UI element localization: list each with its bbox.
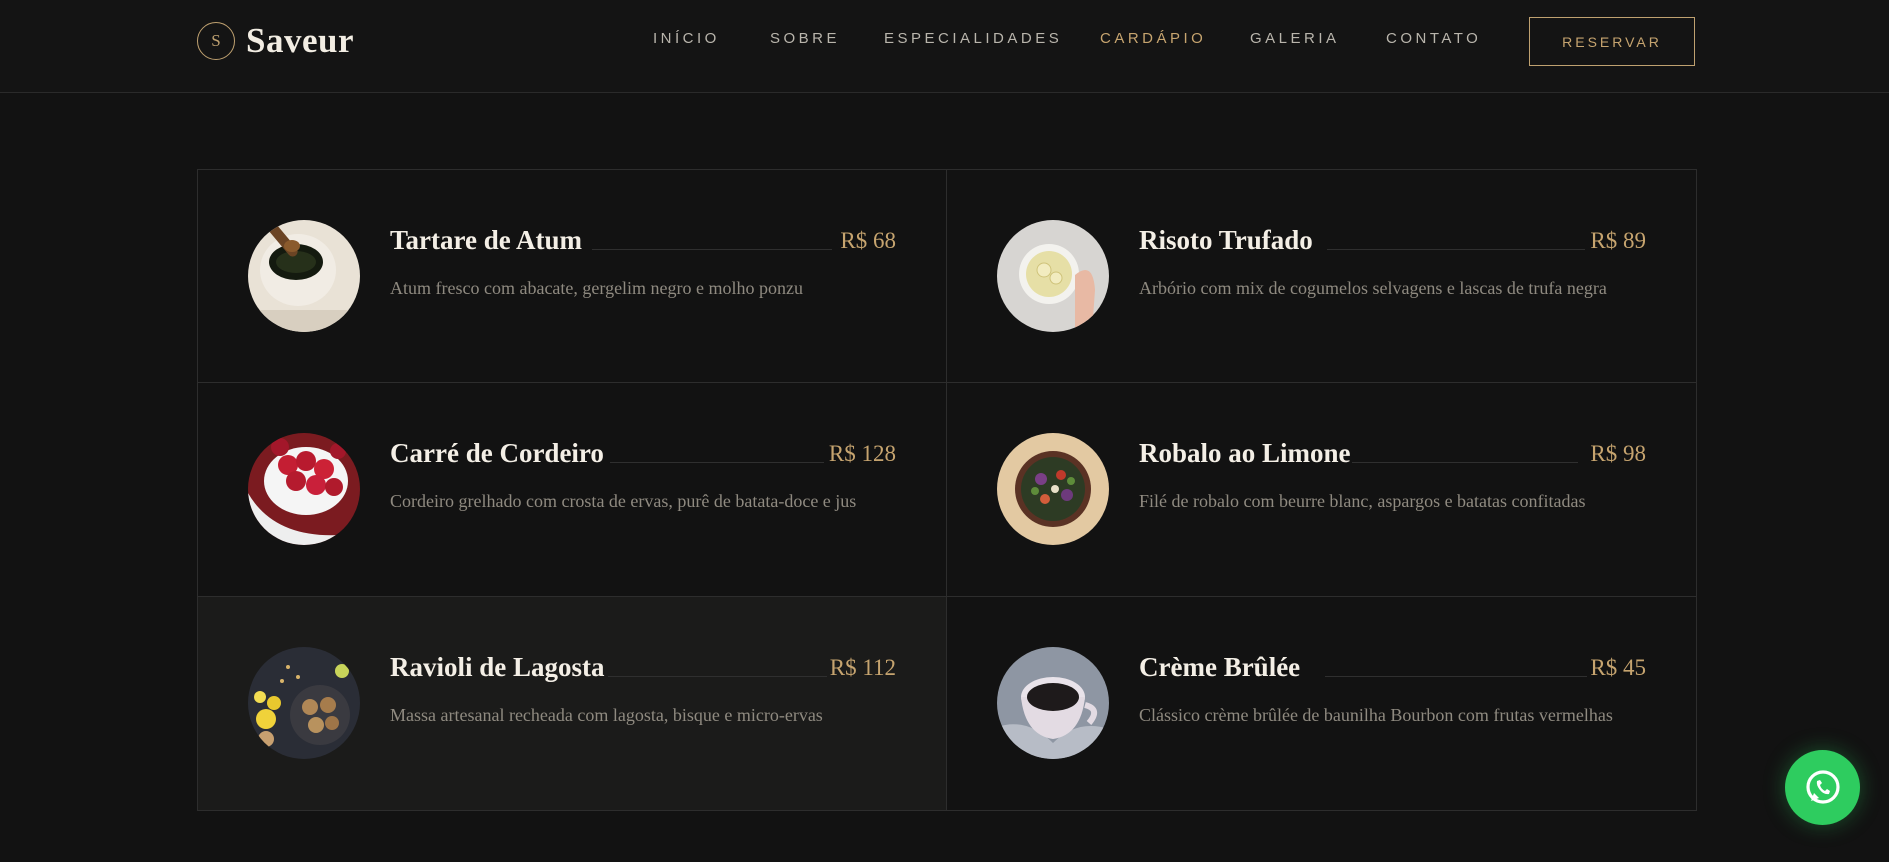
- menu-item[interactable]: Carré de Cordeiro R$ 128 Cordeiro grelha…: [198, 383, 947, 597]
- raspberries-bowl-photo: [248, 433, 360, 546]
- dotted-divider: [1325, 675, 1587, 677]
- dotted-divider: [592, 249, 832, 250]
- dish-name: Risoto Trufado: [1139, 225, 1313, 255]
- dish-price: R$ 45: [1590, 654, 1646, 680]
- menu-item[interactable]: Tartare de Atum R$ 68 Atum fresco com ab…: [198, 170, 947, 384]
- dotted-divider: [1327, 249, 1585, 250]
- dish-price: R$ 89: [1590, 228, 1646, 253]
- menu-grid: Tartare de Atum R$ 68 Atum fresco com ab…: [197, 169, 1697, 811]
- site-header: S Saveur INÍCIO SOBRE ESPECIALIDADES CAR…: [0, 0, 1889, 93]
- dish-name: Ravioli de Lagosta: [390, 651, 605, 682]
- dotted-divider: [610, 462, 824, 464]
- salad-bowl-photo: [997, 433, 1109, 546]
- menu-item[interactable]: Ravioli de Lagosta R$ 112 Massa artesana…: [198, 596, 947, 810]
- dish-description: Cordeiro grelhado com crosta de ervas, p…: [390, 491, 857, 512]
- dish-name: Carré de Cordeiro: [390, 438, 604, 469]
- whatsapp-button[interactable]: [1785, 750, 1860, 825]
- menu-item[interactable]: Risoto Trufado R$ 89 Arbório com mix de …: [947, 170, 1696, 384]
- reserve-button[interactable]: RESERVAR: [1529, 17, 1695, 66]
- dish-name: Crème Brûlée: [1139, 651, 1301, 682]
- coffee-mug-photo: [997, 646, 1109, 759]
- dish-description: Filé de robalo com beurre blanc, aspargo…: [1139, 491, 1586, 512]
- cookies-plate-photo: [248, 646, 360, 759]
- dish-description: Clássico crème brûlée de baunilha Bourbo…: [1139, 704, 1613, 725]
- dotted-divider: [608, 675, 827, 677]
- dish-price: R$ 112: [829, 654, 896, 680]
- dish-description: Atum fresco com abacate, gergelim negro …: [390, 278, 804, 298]
- dish-price: R$ 128: [828, 441, 896, 467]
- nav-item-especialidades[interactable]: ESPECIALIDADES: [884, 30, 1062, 47]
- nav-item-sobre[interactable]: SOBRE: [770, 30, 840, 47]
- dish-name: Robalo ao Limone: [1139, 438, 1351, 469]
- nav-item-galeria[interactable]: GALERIA: [1250, 30, 1340, 47]
- dish-name: Tartare de Atum: [390, 225, 582, 255]
- dish-description: Arbório com mix de cogumelos selvagens e…: [1139, 278, 1607, 298]
- dish-price: R$ 98: [1590, 441, 1646, 467]
- dish-description: Massa artesanal recheada com lagosta, bi…: [390, 704, 823, 725]
- lemon-tea-cup-photo: [997, 220, 1109, 332]
- whatsapp-icon: [1805, 769, 1840, 804]
- menu-item[interactable]: Crème Brûlée R$ 45 Clássico crème brûlée…: [947, 597, 1696, 810]
- dotted-divider: [1352, 462, 1578, 464]
- dish-price: R$ 68: [840, 228, 896, 253]
- nav-item-contato[interactable]: CONTATO: [1386, 30, 1481, 47]
- honey-jar-photo: [248, 220, 360, 332]
- nav-item-cardapio[interactable]: CARDÁPIO: [1100, 30, 1206, 47]
- nav-item-inicio[interactable]: INÍCIO: [653, 30, 720, 47]
- menu-item[interactable]: Robalo ao Limone R$ 98 Filé de robalo co…: [947, 383, 1696, 597]
